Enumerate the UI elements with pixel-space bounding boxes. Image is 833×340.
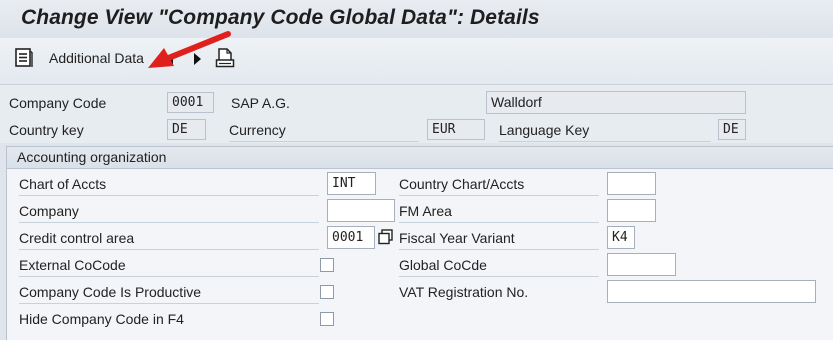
details-list-icon[interactable] xyxy=(15,48,33,68)
company-input[interactable] xyxy=(327,199,395,222)
chart-of-accts-input[interactable]: INT xyxy=(327,172,376,195)
productive-label: Company Code Is Productive xyxy=(19,284,319,304)
credit-control-area-label: Credit control area xyxy=(19,230,319,250)
fm-area-label: FM Area xyxy=(399,203,599,223)
country-chart-accts-input[interactable] xyxy=(607,172,656,195)
annotation-arrow-icon xyxy=(148,31,231,68)
productive-checkbox[interactable] xyxy=(320,285,334,299)
company-name-text: SAP A.G. xyxy=(231,95,290,111)
title-bar: Change View "Company Code Global Data": … xyxy=(0,0,833,38)
additional-data-button[interactable]: Additional Data xyxy=(49,50,144,66)
hide-f4-label: Hide Company Code in F4 xyxy=(19,311,184,327)
language-key-label: Language Key xyxy=(499,122,711,142)
country-key-field: DE xyxy=(167,119,206,140)
global-cocde-input[interactable] xyxy=(607,253,676,276)
chart-of-accts-label: Chart of Accts xyxy=(19,176,319,196)
page-title: Change View "Company Code Global Data": … xyxy=(21,6,540,29)
hide-f4-checkbox[interactable] xyxy=(320,312,334,326)
country-chart-accts-label: Country Chart/Accts xyxy=(399,176,599,196)
vat-registration-label: VAT Registration No. xyxy=(399,284,529,300)
company-code-field: 0001 xyxy=(167,92,214,113)
vat-registration-input[interactable] xyxy=(607,280,816,303)
fiscal-year-variant-input[interactable]: K4 xyxy=(607,226,635,249)
city-field: Walldorf xyxy=(486,91,746,114)
country-key-label: Country key xyxy=(9,122,84,138)
fm-area-input[interactable] xyxy=(607,199,656,222)
group-header: Accounting organization xyxy=(7,147,833,169)
language-key-field: DE xyxy=(718,119,746,140)
application-toolbar: Additional Data xyxy=(0,31,833,85)
fiscal-year-variant-label: Fiscal Year Variant xyxy=(399,230,599,250)
external-cocode-checkbox[interactable] xyxy=(320,258,334,272)
company-label: Company xyxy=(19,203,319,223)
currency-label: Currency xyxy=(229,122,419,142)
value-help-icon[interactable] xyxy=(378,229,394,245)
external-cocode-label: External CoCode xyxy=(19,257,319,277)
credit-control-area-input[interactable]: 0001 xyxy=(327,226,375,249)
currency-field: EUR xyxy=(427,119,485,140)
company-code-label: Company Code xyxy=(9,95,107,111)
group-title: Accounting organization xyxy=(17,149,167,165)
global-cocde-label: Global CoCde xyxy=(399,257,599,277)
